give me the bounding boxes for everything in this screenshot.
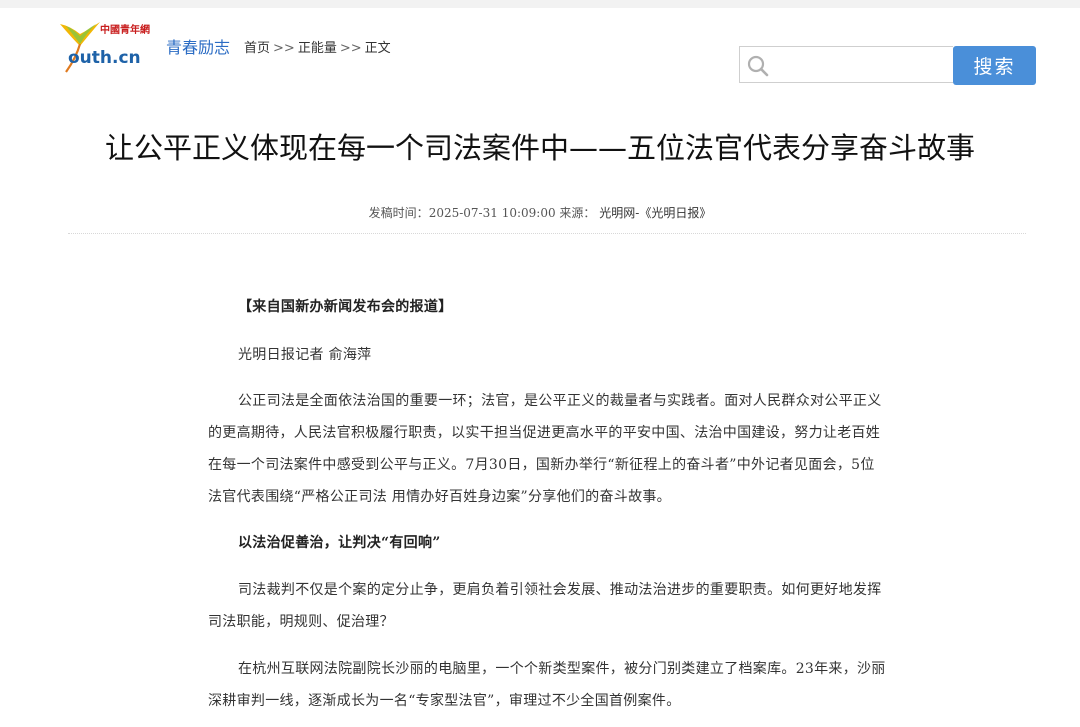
breadcrumb-category[interactable]: 正能量 [298, 41, 337, 56]
search-button[interactable]: 搜索 [953, 46, 1036, 85]
breadcrumb-current: 正文 [364, 41, 391, 56]
search-input[interactable] [776, 47, 952, 82]
logo-domain-text: outh.cn [68, 48, 141, 68]
publish-time-label: 发稿时间： [368, 206, 429, 220]
source-label: 来源： [559, 206, 596, 220]
article-paragraph-byline: 光明日报记者 俞海萍 [238, 347, 372, 363]
title-divider [68, 233, 1026, 234]
breadcrumb-home[interactable]: 首页 [244, 41, 270, 56]
site-logo[interactable]: 中國青年網 outh.cn [58, 18, 156, 76]
breadcrumb-separator: >> [273, 41, 295, 56]
source-value: 光明网-《光明日报》 [599, 206, 712, 220]
article-meta: 发稿时间：2025-07-31 10:09:00 来源： 光明网-《光明日报》 [0, 204, 1080, 221]
article-paragraph-lead: 【来自国新办新闻发布会的报道】 [238, 299, 453, 315]
logo-chinese-text: 中國青年網 [100, 25, 150, 36]
search-box [739, 46, 953, 83]
page: 中國青年網 outh.cn 青春励志 首页 >> 正能量 >> 正文 搜索 让公平正义体… [0, 8, 1080, 727]
article-title: 让公平正义体现在每一个司法案件中——五位法官代表分享奋斗故事 [104, 131, 975, 165]
search-icon [747, 55, 769, 77]
breadcrumb-separator: >> [339, 41, 362, 56]
article-paragraph: 公正司法是全面依法治国的重要一环；法官，是公平正义的裁量者与实践者。面对人民群众… [208, 393, 882, 505]
publish-time-value: 2025-07-31 10:09:00 [428, 206, 556, 220]
channel-name[interactable]: 青春励志 [166, 34, 230, 58]
article-paragraph: 在杭州互联网法院副院长沙丽的电脑里，一个个新类型案件，被分门别类建立了档案库。2… [208, 661, 886, 709]
breadcrumb: 首页 >> 正能量 >> 正文 [244, 37, 391, 56]
article-paragraph: 司法裁判不仅是个案的定分止争，更肩负着引领社会发展、推动法治进步的重要职责。如何… [208, 582, 882, 630]
article-subheading: 以法治促善治，让判决“有回响” [238, 535, 441, 551]
